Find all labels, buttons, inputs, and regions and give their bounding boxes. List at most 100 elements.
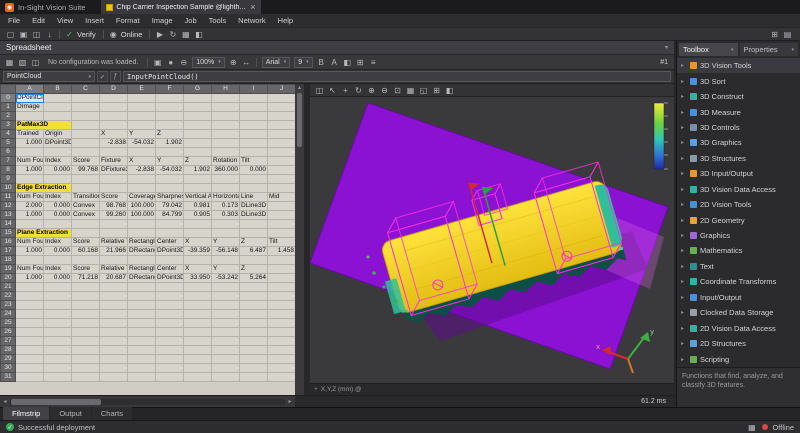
cell[interactable] xyxy=(127,174,156,184)
cell[interactable]: 0.000 xyxy=(43,273,72,283)
cell[interactable] xyxy=(71,120,100,130)
toolbox-item-coordinate-transforms[interactable]: ▸ Coordinate Transforms xyxy=(677,274,800,289)
cell[interactable] xyxy=(15,363,44,373)
cell[interactable] xyxy=(211,93,240,103)
cell[interactable]: Index xyxy=(43,237,72,247)
cell[interactable] xyxy=(267,228,295,238)
scrollbar-track[interactable] xyxy=(10,398,285,405)
expand-icon[interactable]: ▸ xyxy=(681,309,687,316)
cell[interactable] xyxy=(71,111,100,121)
cell[interactable]: 21.966 xyxy=(99,246,128,256)
cell[interactable] xyxy=(183,93,212,103)
cell[interactable] xyxy=(239,282,268,292)
align-left-icon[interactable]: ≡ xyxy=(367,56,380,68)
cell[interactable] xyxy=(127,291,156,301)
expand-icon[interactable]: ▸ xyxy=(681,62,687,69)
cell[interactable] xyxy=(211,291,240,301)
cell[interactable]: 1.000 xyxy=(15,273,44,283)
overlay-view-icon[interactable]: ◫ xyxy=(29,56,42,68)
cell[interactable] xyxy=(99,318,128,328)
cell[interactable]: Y xyxy=(211,264,240,274)
cell[interactable] xyxy=(211,129,240,139)
cell[interactable]: DPoint3D xyxy=(155,273,184,283)
cell[interactable] xyxy=(267,327,295,337)
cell-name-box[interactable]: PointCloud ▾ xyxy=(3,71,95,82)
cell[interactable]: 79.042 xyxy=(155,201,184,211)
row-header-30[interactable]: 30 xyxy=(0,363,16,373)
cell[interactable] xyxy=(127,183,156,193)
col-header-g[interactable]: G xyxy=(183,84,212,94)
fill-color-icon[interactable]: ◧ xyxy=(341,56,354,68)
pan-icon[interactable]: + xyxy=(339,84,352,96)
cell[interactable]: Coverage xyxy=(127,192,156,202)
cell[interactable] xyxy=(43,354,72,364)
cell[interactable]: DFixture3D xyxy=(99,165,128,175)
cell[interactable] xyxy=(155,291,184,301)
col-header-e[interactable]: E xyxy=(127,84,156,94)
cell[interactable]: 1.000 xyxy=(15,165,44,175)
cell[interactable] xyxy=(127,282,156,292)
insert-function-button[interactable]: ƒ xyxy=(110,71,121,82)
col-header-f[interactable]: F xyxy=(155,84,184,94)
cell[interactable]: -56.148 xyxy=(211,246,240,256)
toolbox-item-3d-measure[interactable]: ▸ 3D Measure xyxy=(677,104,800,119)
cell[interactable] xyxy=(71,345,100,355)
cell[interactable] xyxy=(267,372,295,382)
cell[interactable] xyxy=(99,174,128,184)
cell[interactable]: X xyxy=(183,237,212,247)
cell[interactable] xyxy=(99,102,128,112)
cell[interactable] xyxy=(71,174,100,184)
cell[interactable]: 0.000 xyxy=(43,165,72,175)
cell[interactable] xyxy=(71,219,100,229)
cell[interactable] xyxy=(71,309,100,319)
cell[interactable]: Rectangle xyxy=(127,237,156,247)
row-header-25[interactable]: 25 xyxy=(0,318,16,328)
cell[interactable]: -2.838 xyxy=(99,138,128,148)
cell[interactable] xyxy=(155,228,184,238)
cell[interactable] xyxy=(239,309,268,319)
zoom-out-3d-icon[interactable]: ⊖ xyxy=(378,84,391,96)
tab-toolbox[interactable]: Toolbox ▾ xyxy=(679,43,738,56)
cell[interactable] xyxy=(43,363,72,373)
row-header-8[interactable]: 8 xyxy=(0,165,16,175)
cell[interactable] xyxy=(127,363,156,373)
cell[interactable]: 1.458 xyxy=(267,246,295,256)
layout-toggle-icon[interactable]: ◧ xyxy=(192,28,205,40)
cell[interactable] xyxy=(155,93,184,103)
row-header-1[interactable]: 1 xyxy=(0,102,16,112)
cell[interactable] xyxy=(15,219,44,229)
cell[interactable] xyxy=(267,165,295,175)
cell[interactable]: Index xyxy=(43,192,72,202)
cell[interactable] xyxy=(155,183,184,193)
fit-window-icon[interactable]: ↔ xyxy=(240,56,253,68)
cell[interactable] xyxy=(15,282,44,292)
row-header-3[interactable]: 3 xyxy=(0,120,16,130)
cell[interactable] xyxy=(211,354,240,364)
cell[interactable] xyxy=(267,147,295,157)
cell[interactable] xyxy=(239,174,268,184)
row-header-9[interactable]: 9 xyxy=(0,174,16,184)
cell[interactable]: DPointCloud xyxy=(15,93,44,103)
row-header-29[interactable]: 29 xyxy=(0,354,16,364)
cell[interactable] xyxy=(155,327,184,337)
cell[interactable] xyxy=(43,345,72,355)
row-header-18[interactable]: 18 xyxy=(0,255,16,265)
cell[interactable] xyxy=(183,318,212,328)
3d-scene-canvas[interactable]: y x xyxy=(310,97,674,383)
cell[interactable] xyxy=(211,345,240,355)
row-header-23[interactable]: 23 xyxy=(0,300,16,310)
cell[interactable] xyxy=(211,327,240,337)
row-header-11[interactable]: 11 xyxy=(0,192,16,202)
cell[interactable] xyxy=(127,345,156,355)
cell[interactable]: Score xyxy=(71,237,100,247)
cell[interactable]: 0.981 xyxy=(183,201,212,211)
cell[interactable] xyxy=(155,300,184,310)
cell[interactable] xyxy=(211,102,240,112)
cell[interactable] xyxy=(211,219,240,229)
cell[interactable] xyxy=(15,318,44,328)
cell[interactable] xyxy=(239,327,268,337)
cell[interactable]: 100.000 xyxy=(127,201,156,211)
cell[interactable] xyxy=(155,255,184,265)
cell[interactable] xyxy=(211,174,240,184)
cell-section[interactable]: Edge Extraction xyxy=(15,183,72,193)
